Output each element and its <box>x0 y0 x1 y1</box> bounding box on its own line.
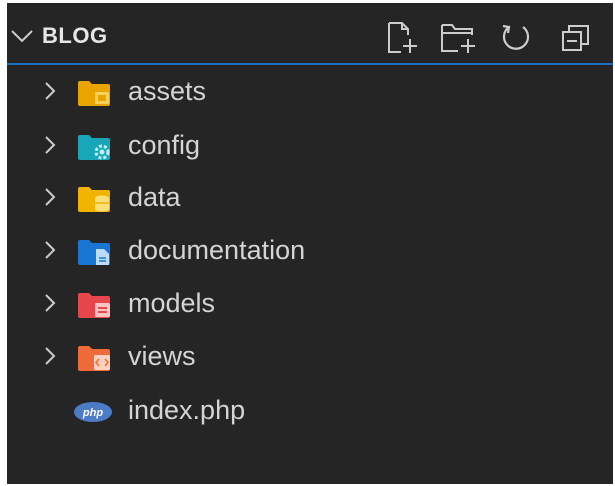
folder-models-icon <box>77 291 113 324</box>
collapse-all-button[interactable] <box>555 17 595 57</box>
tree-item-documentation[interactable]: documentation <box>7 225 613 277</box>
tree-item-label: documentation <box>128 235 306 265</box>
tree-item-data[interactable]: data <box>7 172 613 224</box>
explorer-header[interactable]: BLOG <box>7 3 613 63</box>
chevron-right-icon[interactable] <box>43 292 57 319</box>
folder-assets-icon <box>77 79 113 112</box>
tree-item-views[interactable]: views <box>7 331 613 383</box>
tree-item-config[interactable]: config <box>7 120 613 172</box>
folder-docs-icon <box>77 238 113 271</box>
tree-item-label: config <box>128 130 201 160</box>
tree-item-label: assets <box>128 76 207 106</box>
tree-item-label: data <box>128 182 181 212</box>
new-file-icon <box>388 22 417 53</box>
folder-config-icon <box>77 133 113 166</box>
tree-item-index-php[interactable]: php index.php <box>7 385 613 437</box>
focus-border <box>7 63 613 65</box>
explorer-panel: BLOG assets config data documentation mo… <box>7 3 613 484</box>
new-folder-icon <box>441 24 475 53</box>
chevron-right-icon[interactable] <box>43 345 57 372</box>
folder-views-icon <box>77 344 113 377</box>
new-file-button[interactable] <box>381 17 421 57</box>
refresh-icon <box>502 24 530 50</box>
refresh-button[interactable] <box>495 17 535 57</box>
collapse-all-icon <box>562 25 589 51</box>
chevron-right-icon[interactable] <box>43 134 57 161</box>
folder-data-icon <box>77 185 113 218</box>
tree-item-models[interactable]: models <box>7 278 613 330</box>
tree-item-label: index.php <box>128 395 246 425</box>
tree-item-label: views <box>128 341 196 371</box>
chevron-down-icon[interactable] <box>9 27 39 52</box>
php-icon: php <box>73 401 113 428</box>
chevron-right-icon[interactable] <box>43 186 57 213</box>
tree-item-label: models <box>128 288 216 318</box>
new-folder-button[interactable] <box>436 17 476 57</box>
svg-text:php: php <box>82 407 103 419</box>
explorer-title: BLOG <box>42 23 108 48</box>
chevron-right-icon[interactable] <box>43 239 57 266</box>
tree-item-assets[interactable]: assets <box>7 66 613 118</box>
chevron-right-icon[interactable] <box>43 80 57 107</box>
